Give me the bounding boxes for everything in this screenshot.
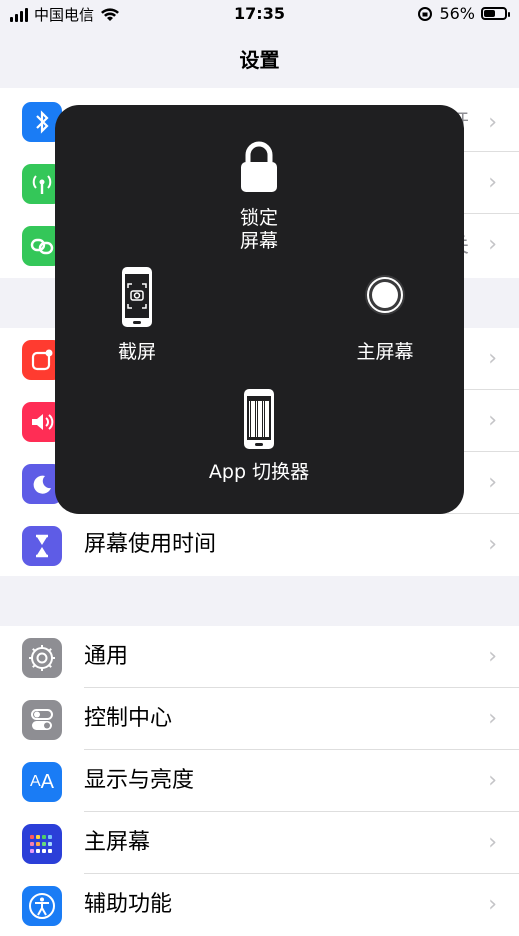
chevron-right-icon: › bbox=[488, 346, 497, 371]
screenshot-button[interactable]: 截屏 bbox=[87, 265, 187, 364]
battery-icon bbox=[481, 7, 510, 20]
control-center-label: 控制中心 bbox=[84, 706, 173, 731]
chevron-right-icon: › bbox=[488, 892, 497, 917]
settings-row-control-center[interactable]: 控制中心 › bbox=[0, 688, 519, 750]
screenshot-label: 截屏 bbox=[117, 341, 156, 363]
hourglass-icon bbox=[22, 526, 62, 566]
status-bar: 中国电信 17:35 56% bbox=[0, 0, 519, 30]
aa-icon: AA bbox=[22, 762, 62, 802]
home-screen-label: 主屏幕 bbox=[84, 830, 151, 855]
page-title: 设置 bbox=[239, 48, 280, 72]
chevron-right-icon: › bbox=[488, 706, 497, 731]
chevron-right-icon: › bbox=[488, 532, 497, 557]
settings-row-home-screen[interactable]: 主屏幕 › bbox=[0, 812, 519, 874]
general-group: 通用 › 控制中心 › AA 显示与亮度 › 主屏幕 › 辅助功能 › bbox=[0, 626, 519, 936]
assistive-touch-menu: 锁定 屏幕 截屏 主屏幕 App 切换器 bbox=[55, 105, 464, 514]
chevron-right-icon: › bbox=[488, 830, 497, 855]
lock-icon bbox=[241, 141, 277, 192]
settings-row-screen-time[interactable]: 屏幕使用时间 › bbox=[0, 514, 519, 576]
home-label: 主屏幕 bbox=[356, 341, 414, 363]
home-circle-icon bbox=[365, 275, 405, 315]
screenshot-phone-icon bbox=[122, 267, 152, 327]
toggle-icon bbox=[22, 700, 62, 740]
chevron-right-icon: › bbox=[488, 644, 497, 669]
accessibility-icon bbox=[22, 886, 62, 926]
settings-row-display[interactable]: AA 显示与亮度 › bbox=[0, 750, 519, 812]
settings-row-general[interactable]: 通用 › bbox=[0, 626, 519, 688]
general-label: 通用 bbox=[84, 644, 129, 669]
orientation-lock-icon bbox=[418, 6, 433, 21]
app-switcher-phone-icon bbox=[244, 389, 274, 449]
chevron-right-icon: › bbox=[488, 768, 497, 793]
accessibility-label: 辅助功能 bbox=[84, 892, 173, 917]
chevron-right-icon: › bbox=[488, 470, 497, 495]
display-label: 显示与亮度 bbox=[84, 768, 195, 793]
chevron-right-icon: › bbox=[488, 170, 497, 195]
screen-time-label: 屏幕使用时间 bbox=[84, 532, 217, 557]
chevron-right-icon: › bbox=[488, 408, 497, 433]
lock-screen-label-2: 屏幕 bbox=[239, 230, 278, 252]
grid-icon bbox=[22, 824, 62, 864]
app-switcher-button[interactable]: App 切换器 bbox=[184, 387, 334, 484]
lock-screen-label-1: 锁定 bbox=[239, 207, 278, 229]
battery-percent: 56% bbox=[439, 4, 475, 23]
chevron-right-icon: › bbox=[488, 232, 497, 257]
home-button[interactable]: 主屏幕 bbox=[335, 273, 435, 364]
chevron-right-icon: › bbox=[488, 110, 497, 135]
settings-row-accessibility[interactable]: 辅助功能 › bbox=[0, 874, 519, 936]
app-switcher-label: App 切换器 bbox=[208, 461, 310, 483]
status-right: 56% bbox=[417, 4, 510, 23]
gear-icon bbox=[22, 638, 62, 678]
lock-screen-button[interactable]: 锁定 屏幕 bbox=[209, 141, 309, 253]
